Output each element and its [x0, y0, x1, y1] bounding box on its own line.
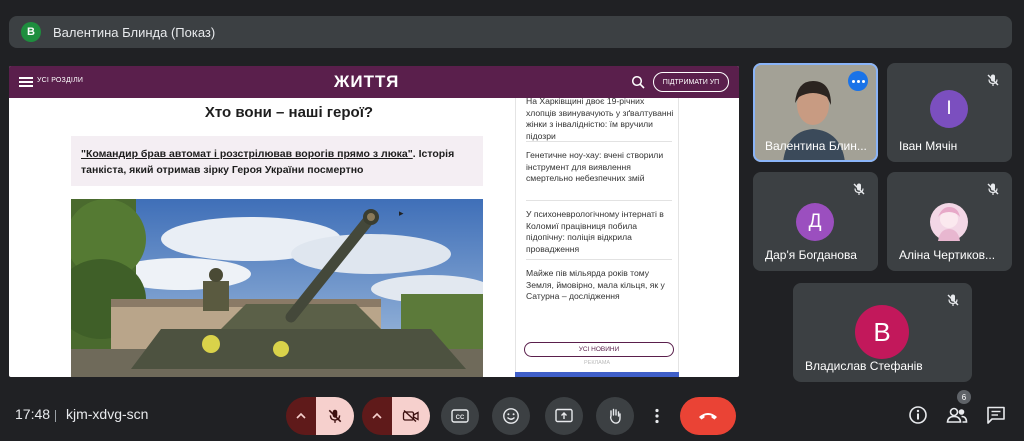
- end-call-button[interactable]: [680, 397, 736, 435]
- news-item[interactable]: Генетичне ноу-хау: вчені створили інстру…: [526, 150, 676, 185]
- svg-text:CC: CC: [456, 415, 465, 421]
- hang-up-icon: [699, 413, 717, 420]
- support-button[interactable]: ПІДТРИМАТИ УП: [653, 72, 729, 92]
- participant-name: Дар'я Богданова: [765, 248, 857, 262]
- more-options-button[interactable]: [645, 397, 669, 435]
- presenter-avatar: В: [21, 22, 41, 42]
- article-title: Хто вони – наші герої?: [204, 104, 374, 121]
- mouse-cursor: ▸: [399, 208, 404, 218]
- camera-options-button[interactable]: [362, 397, 392, 435]
- mic-off-icon: [947, 294, 959, 306]
- related-article-link[interactable]: "Командир брав автомат і розстрілював во…: [81, 146, 473, 178]
- mic-off-icon: [328, 409, 342, 423]
- presenter-bar: В Валентина Блинда (Показ): [9, 16, 1012, 48]
- participant-tile[interactable]: В Владислав Стефанів: [793, 283, 972, 382]
- camera-off-icon: [402, 409, 419, 423]
- participant-name: Аліна Чертиков...: [899, 248, 996, 262]
- chat-icon: [987, 406, 1005, 424]
- participant-name: Валентина Блин...: [765, 139, 867, 153]
- shared-screen: УСІ РОЗДІЛИ ЖИТТЯ ПІДТРИМАТИ УП Хто вони…: [9, 66, 739, 377]
- raise-hand-button[interactable]: [596, 397, 634, 435]
- news-divider: [526, 141, 672, 142]
- meeting-details-button[interactable]: [907, 404, 929, 426]
- article-photo: [71, 199, 483, 377]
- menu-label[interactable]: УСІ РОЗДІЛИ: [37, 77, 83, 84]
- captions-button[interactable]: CC: [441, 397, 479, 435]
- participant-name: Владислав Стефанів: [805, 359, 923, 373]
- chevron-up-icon: [372, 412, 382, 419]
- participant-count-badge: 6: [957, 390, 971, 404]
- news-item[interactable]: У психоневрологічному інтернаті в Коломи…: [526, 209, 676, 255]
- raise-hand-icon: [609, 408, 621, 424]
- news-divider: [526, 259, 672, 260]
- mic-off-icon: [853, 183, 865, 195]
- participant-avatar: В: [855, 305, 909, 359]
- site-header: УСІ РОЗДІЛИ ЖИТТЯ ПІДТРИМАТИ УП: [9, 66, 739, 98]
- chat-button[interactable]: [985, 404, 1007, 426]
- participant-tile[interactable]: Д Дар'я Богданова: [753, 172, 878, 271]
- meeting-clock: 17:48: [15, 406, 51, 422]
- news-item[interactable]: На Харківщині двоє 19-річних хлопців зви…: [526, 96, 676, 142]
- presenter-label: Валентина Блинда (Показ): [53, 24, 216, 40]
- more-vert-icon: [655, 408, 659, 424]
- emoji-icon: [503, 408, 519, 424]
- ad-banner[interactable]: [515, 372, 679, 377]
- chevron-up-icon: [296, 412, 306, 419]
- reactions-button[interactable]: [492, 397, 530, 435]
- news-column: На Харківщині двоє 19-річних хлопців зви…: [515, 96, 679, 377]
- menu-icon[interactable]: [19, 77, 33, 87]
- ad-label: РЕКЛАМА: [584, 360, 611, 366]
- search-icon[interactable]: [631, 75, 645, 89]
- all-news-button[interactable]: УСІ НОВИНИ: [524, 342, 674, 357]
- present-screen-icon: [555, 408, 573, 423]
- toggle-camera-button[interactable]: [392, 397, 430, 435]
- participant-tile-self[interactable]: Валентина Блин...: [753, 63, 878, 162]
- participant-tile[interactable]: Аліна Чертиков...: [887, 172, 1012, 271]
- toolbar-divider: [55, 410, 56, 422]
- present-screen-button[interactable]: [545, 397, 583, 435]
- people-button[interactable]: [946, 404, 968, 426]
- meet-window: В Валентина Блинда (Показ) УСІ РОЗДІЛИ Ж…: [0, 0, 1024, 441]
- mic-options-button[interactable]: [286, 397, 316, 435]
- captions-icon: CC: [451, 409, 469, 423]
- mic-off-icon: [987, 74, 999, 86]
- meeting-code[interactable]: kjm-xdvg-scn: [66, 406, 148, 422]
- people-icon: [946, 407, 968, 423]
- participant-tile[interactable]: І Іван Мячін: [887, 63, 1012, 162]
- related-article-box: "Командир брав автомат і розстрілював во…: [71, 136, 483, 186]
- toggle-mic-button[interactable]: [316, 397, 354, 435]
- mic-off-icon: [987, 183, 999, 195]
- news-item[interactable]: Майже пів мільярда років тому Земля, ймо…: [526, 268, 676, 303]
- participant-avatar: І: [930, 90, 968, 128]
- info-icon: [909, 406, 927, 424]
- participant-name: Іван Мячін: [899, 139, 958, 153]
- participant-avatar: Д: [796, 203, 834, 241]
- more-options-icon[interactable]: [848, 71, 868, 91]
- news-divider: [526, 200, 672, 201]
- site-logo[interactable]: ЖИТТЯ: [334, 72, 399, 92]
- participant-photo-avatar: [930, 203, 968, 241]
